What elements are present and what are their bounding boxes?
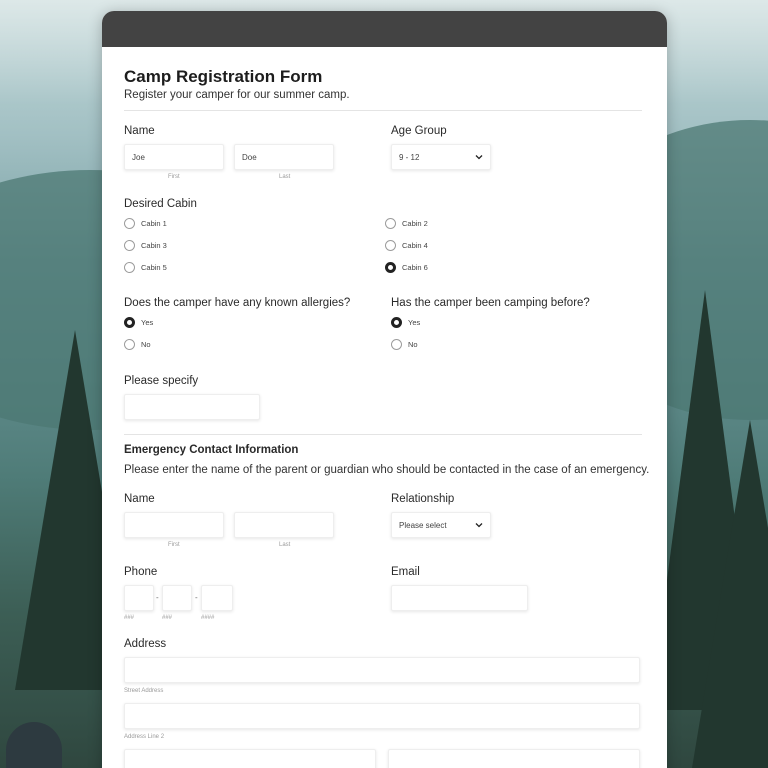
email-input[interactable] — [391, 585, 528, 611]
divider — [124, 434, 642, 435]
radio-circle[interactable] — [391, 339, 402, 350]
address-label: Address — [124, 638, 167, 650]
camping-before-no-option[interactable]: No — [391, 339, 418, 350]
emergency-last-sublabel: Last — [279, 542, 291, 548]
cabin-option-label: Cabin 3 — [141, 241, 167, 250]
phone-area-code-input[interactable] — [124, 585, 154, 611]
radio-circle-selected[interactable] — [391, 317, 402, 328]
cabin-option-label: Cabin 4 — [402, 241, 428, 250]
emergency-section-title: Emergency Contact Information — [124, 444, 299, 456]
allergies-no-option[interactable]: No — [124, 339, 151, 350]
relationship-select[interactable]: Please select — [391, 512, 491, 538]
allergies-yes-label: Yes — [141, 318, 154, 327]
form-card: Camp Registration Form Register your cam… — [102, 11, 667, 768]
camper-first-name-input[interactable]: Joe — [124, 144, 224, 170]
radio-circle[interactable] — [385, 218, 396, 229]
cabin-option-1[interactable]: Cabin 1 — [124, 218, 167, 229]
phone-prefix-sublabel: ### — [162, 615, 173, 621]
address-line-2-sublabel: Address Line 2 — [124, 734, 165, 740]
radio-circle-selected[interactable] — [124, 317, 135, 328]
emergency-first-sublabel: First — [168, 542, 180, 548]
street-address-input[interactable] — [124, 657, 640, 683]
camper-last-name-input[interactable]: Doe — [234, 144, 334, 170]
email-label: Email — [391, 566, 420, 578]
cabin-option-label: Cabin 2 — [402, 219, 428, 228]
camper-first-sublabel: First — [168, 174, 180, 180]
divider — [124, 110, 642, 111]
background-person — [6, 722, 62, 768]
please-specify-label: Please specify — [124, 375, 199, 387]
radio-circle-selected[interactable] — [385, 262, 396, 273]
relationship-label: Relationship — [391, 493, 455, 505]
street-address-sublabel: Street Address — [124, 688, 164, 694]
camping-before-yes-option[interactable]: Yes — [391, 317, 420, 328]
desired-cabin-label: Desired Cabin — [124, 198, 197, 210]
camping-before-no-label: No — [408, 340, 418, 349]
cabin-option-label: Cabin 5 — [141, 263, 167, 272]
phone-line-sublabel: #### — [201, 615, 215, 621]
emergency-description: Please enter the name of the parent or g… — [124, 464, 650, 476]
cabin-option-2[interactable]: Cabin 2 — [385, 218, 428, 229]
radio-circle[interactable] — [124, 218, 135, 229]
cabin-option-6[interactable]: Cabin 6 — [385, 262, 428, 273]
chevron-down-icon — [475, 155, 483, 160]
radio-circle[interactable] — [124, 262, 135, 273]
camper-name-label: Name — [124, 125, 155, 137]
cabin-option-5[interactable]: Cabin 5 — [124, 262, 167, 273]
phone-area-sublabel: ### — [124, 615, 135, 621]
phone-label: Phone — [124, 566, 158, 578]
phone-prefix-input[interactable] — [162, 585, 192, 611]
state-input[interactable] — [388, 749, 640, 768]
relationship-value: Please select — [399, 520, 447, 530]
form-header-bar — [102, 11, 667, 47]
form-title: Camp Registration Form — [124, 67, 323, 86]
address-line-2-input[interactable] — [124, 703, 640, 729]
radio-circle[interactable] — [385, 240, 396, 251]
allergies-yes-option[interactable]: Yes — [124, 317, 153, 328]
please-specify-input[interactable] — [124, 394, 260, 420]
emergency-last-name-input[interactable] — [234, 512, 334, 538]
camping-before-label: Has the camper been camping before? — [391, 297, 590, 309]
chevron-down-icon — [475, 523, 483, 528]
cabin-option-label: Cabin 1 — [141, 219, 167, 228]
radio-circle[interactable] — [124, 240, 135, 251]
background-tree-right-2 — [690, 420, 768, 768]
camper-last-sublabel: Last — [279, 174, 291, 180]
phone-line-input[interactable] — [201, 585, 233, 611]
cabin-option-4[interactable]: Cabin 4 — [385, 240, 428, 251]
cabin-option-label: Cabin 6 — [402, 263, 428, 272]
emergency-first-name-input[interactable] — [124, 512, 224, 538]
camping-before-yes-label: Yes — [408, 318, 421, 327]
age-group-label: Age Group — [391, 125, 447, 137]
city-input[interactable] — [124, 749, 376, 768]
allergies-no-label: No — [141, 340, 151, 349]
radio-circle[interactable] — [124, 339, 135, 350]
age-group-value: 9 - 12 — [399, 152, 420, 162]
allergies-label: Does the camper have any known allergies… — [124, 297, 351, 309]
phone-separator: - — [195, 593, 198, 602]
emergency-name-label: Name — [124, 493, 155, 505]
phone-separator: - — [156, 593, 159, 602]
age-group-select[interactable]: 9 - 12 — [391, 144, 491, 170]
cabin-option-3[interactable]: Cabin 3 — [124, 240, 167, 251]
form-subtitle: Register your camper for our summer camp… — [124, 89, 350, 101]
